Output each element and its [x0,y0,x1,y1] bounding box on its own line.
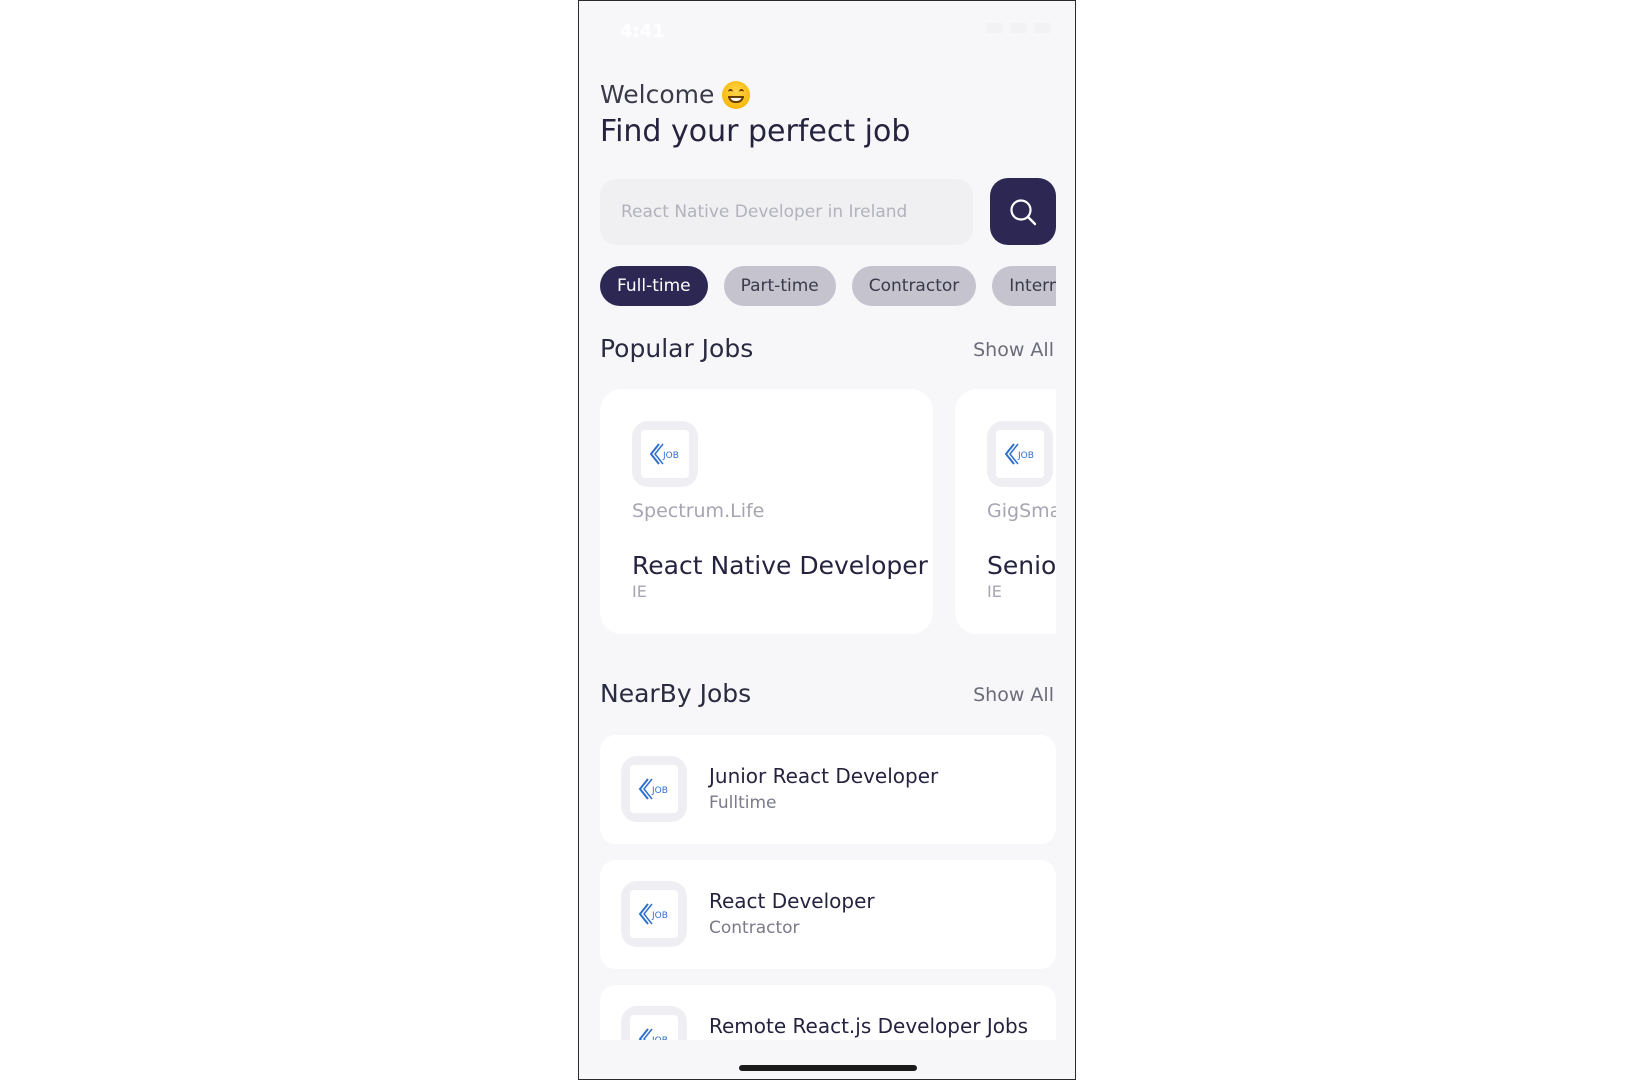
page-title: Find your perfect job [600,114,911,149]
status-time: 4:41 [620,21,665,42]
company-logo: JOB [621,756,687,822]
phone-screen: 4:41 Welcome Find your perfect job Full-… [578,0,1076,1080]
job-logo-icon: JOB [1004,443,1034,465]
nearby-job-card[interactable]: JOB Remote React.js Developer Jobs [600,985,1056,1040]
nearby-show-all-link[interactable]: Show All [973,684,1054,706]
popular-jobs-carousel: JOB Spectrum.Life React Native Developer… [600,389,1056,634]
search-input[interactable] [600,179,973,245]
signal-icon [987,23,1003,33]
job-type: Fulltime [709,793,777,813]
nearby-jobs-heading: NearBy Jobs [600,679,752,708]
welcome-greeting: Welcome [600,80,751,109]
search-button[interactable] [990,178,1056,245]
job-type-filters: Full-time Part-time Contractor Intern [600,266,1056,306]
popular-jobs-heading: Popular Jobs [600,334,754,363]
home-indicator[interactable] [739,1065,917,1071]
chip-part-time[interactable]: Part-time [723,266,836,306]
popular-job-card[interactable]: JOB Spectrum.Life React Native Developer… [600,389,933,634]
status-bar: 4:41 [579,1,1075,61]
welcome-text: Welcome [600,80,715,109]
search-icon [1010,198,1037,225]
job-logo-icon: JOB [649,443,679,465]
svg-text:JOB: JOB [651,786,668,796]
nearby-job-card[interactable]: JOB React Developer Contractor [600,860,1056,969]
job-location: IE [987,582,1002,601]
battery-icon [1035,23,1051,33]
job-logo-icon: JOB [638,778,668,800]
job-logo-icon: JOB [638,1028,668,1040]
job-type: Contractor [709,918,800,938]
svg-text:JOB: JOB [662,451,679,461]
svg-text:JOB: JOB [1017,451,1034,461]
job-title: React Native Developer [632,551,928,580]
grinning-face-icon [722,80,751,109]
job-logo-icon: JOB [638,903,668,925]
job-title: Senior [987,551,1056,580]
nearby-job-card[interactable]: JOB Junior React Developer Fulltime [600,735,1056,844]
company-logo: JOB [987,421,1053,487]
job-title: Junior React Developer [709,764,939,788]
company-logo: JOB [632,421,698,487]
status-icons [987,23,1051,33]
job-location: IE [632,582,647,601]
company-name: Spectrum.Life [632,500,765,522]
popular-show-all-link[interactable]: Show All [973,339,1054,361]
chip-intern[interactable]: Intern [992,266,1056,306]
company-name: GigSma [987,500,1056,522]
svg-text:JOB: JOB [651,911,668,921]
nearby-jobs-list: JOB Junior React Developer Fulltime JOB … [600,735,1056,1040]
chip-contractor[interactable]: Contractor [851,266,977,306]
company-logo: JOB [621,1006,687,1040]
popular-job-card[interactable]: JOB GigSma Senior IE [955,389,1056,634]
wifi-icon [1011,23,1027,33]
company-logo: JOB [621,881,687,947]
job-title: React Developer [709,889,875,913]
svg-text:JOB: JOB [651,1036,668,1040]
job-title: Remote React.js Developer Jobs [709,1014,1029,1038]
chip-full-time[interactable]: Full-time [600,266,708,306]
